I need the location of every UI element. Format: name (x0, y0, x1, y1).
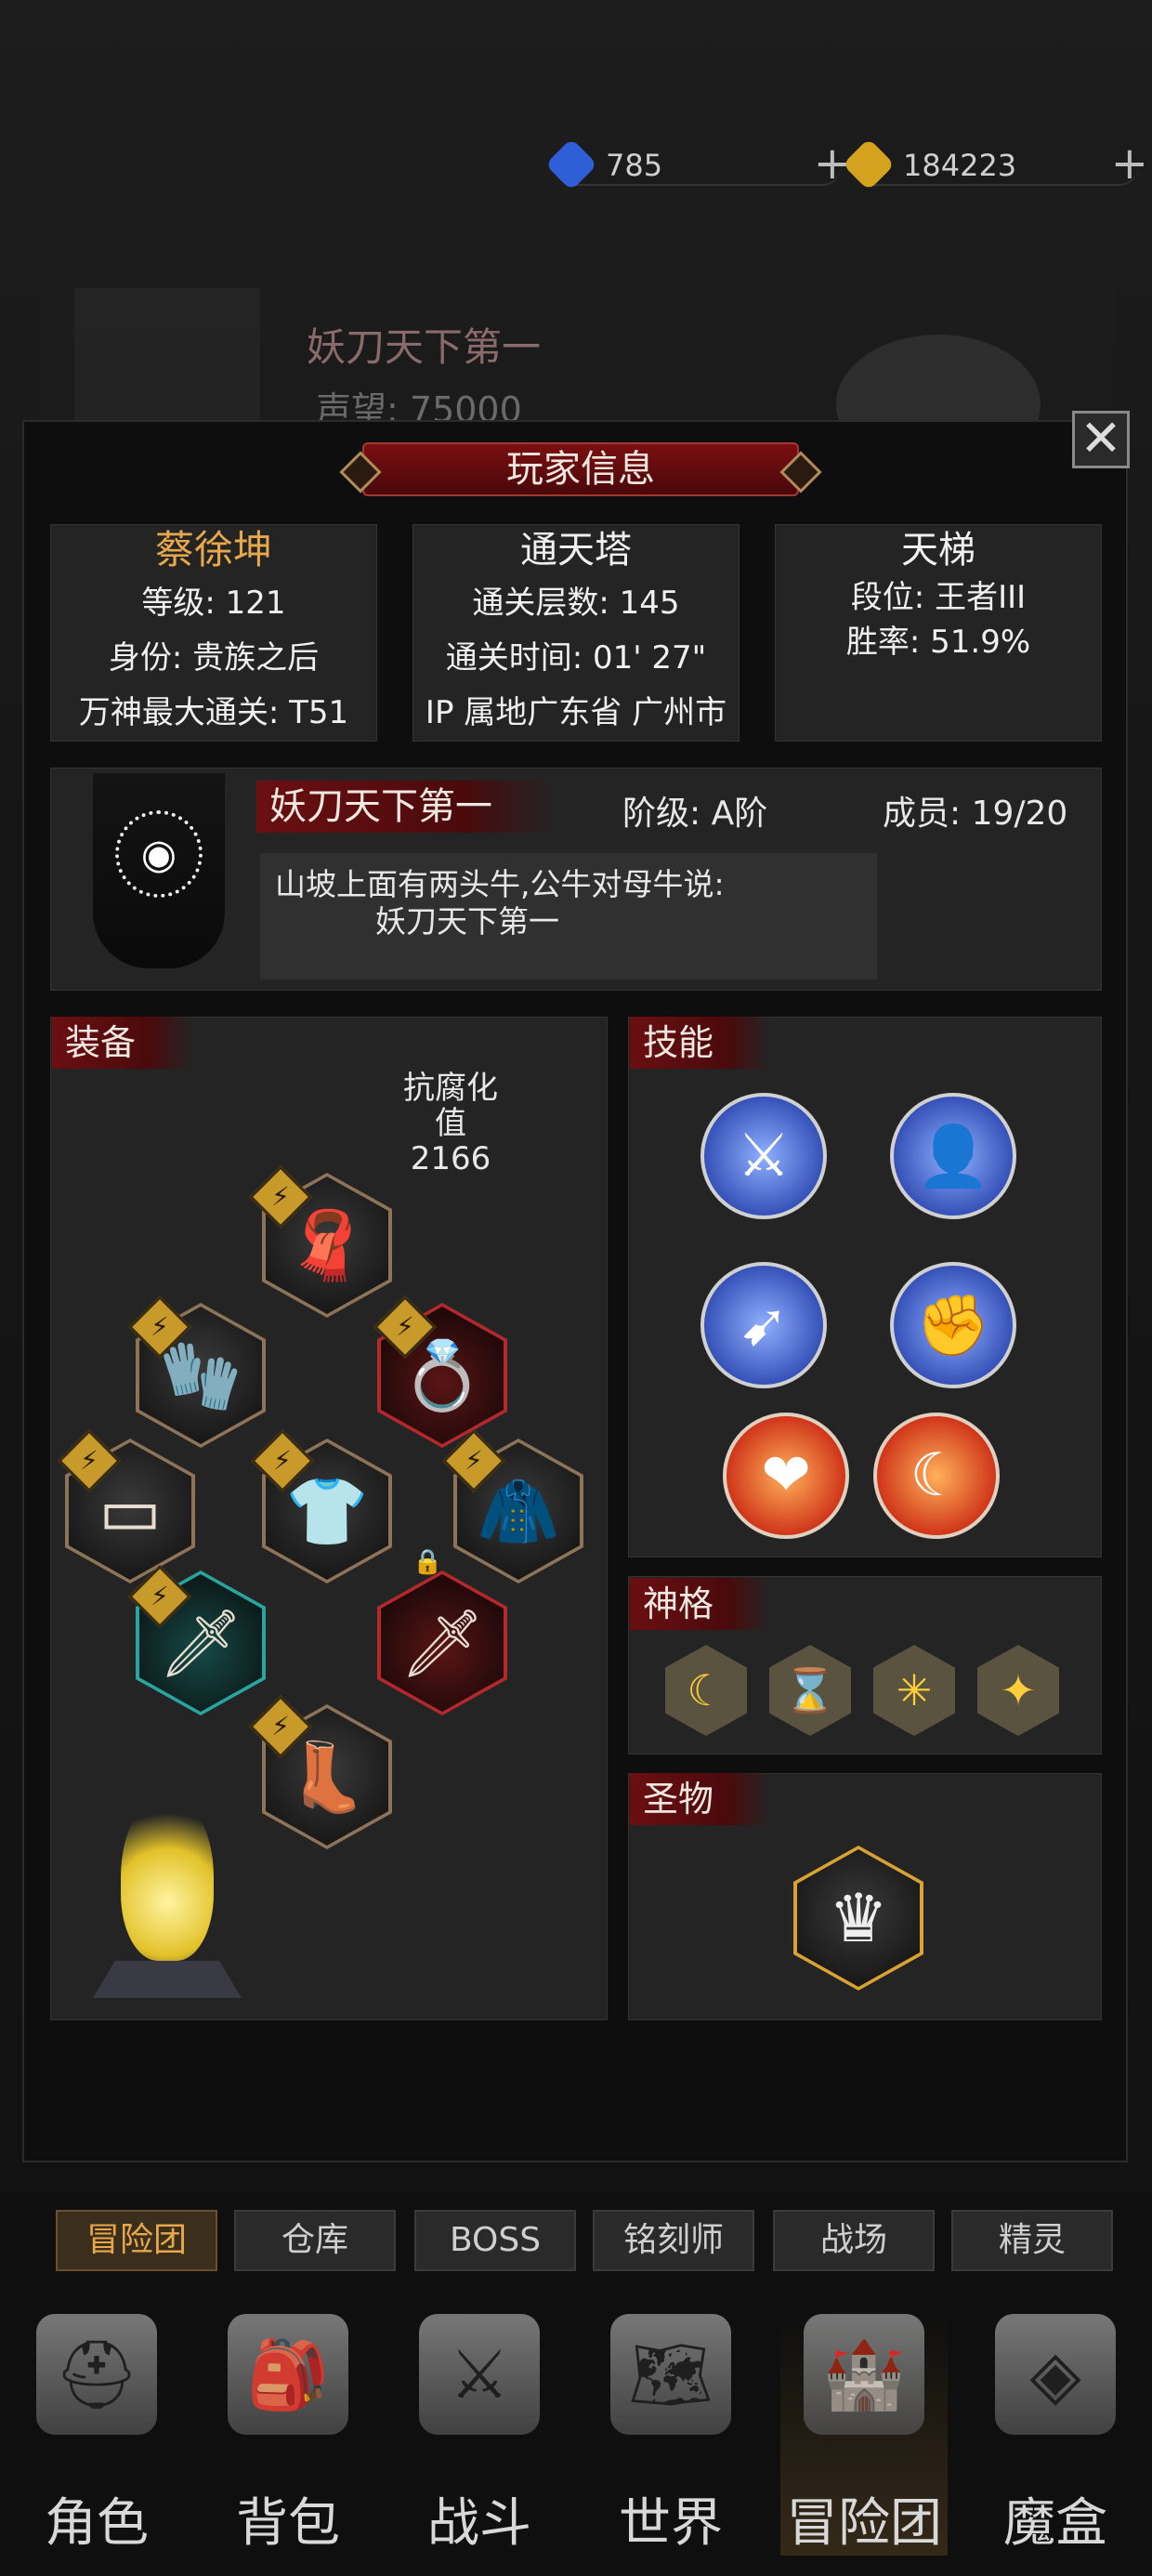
guild-tier: 阶级: A阶 (622, 795, 768, 833)
flame-pedestal-icon (93, 1784, 242, 2007)
nav-character-label: 角色 (45, 2493, 149, 2554)
ladder-winrate: 胜率: 51.9% (845, 624, 1031, 661)
game-screen: { "currency": {"gems": "785", "gold": "1… (0, 0, 1152, 2576)
tab-warehouse[interactable]: 仓库 (234, 2210, 396, 2271)
ladder-rank: 段位: 王者III (850, 579, 1027, 616)
guild-motto: 山坡上面有两头牛,公牛对母牛说: 妖刀天下第一 (260, 853, 877, 979)
tab-boss[interactable]: BOSS (414, 2210, 576, 2271)
nav-world[interactable]: 🗺 世界 (587, 2314, 754, 2556)
helmet-icon: ⛑ (36, 2314, 157, 2435)
guild-banner: ◉ (93, 773, 225, 968)
lock-icon: 🔒 (412, 1548, 443, 1576)
nav-magic-box-label: 魔盒 (1003, 2493, 1107, 2554)
player-box: 蔡徐坤 等级: 121 身份: 贵族之后 万神最大通关: T51 (50, 524, 377, 742)
gem-count: 785 (606, 148, 663, 183)
blade-icon: 🗡 (381, 1574, 504, 1712)
skills-label: 技能 (630, 1017, 769, 1069)
guild-members: 成员: 19/20 (883, 795, 1068, 833)
nav-adventure-team-label: 冒险团 (786, 2493, 942, 2554)
gold-count: 184223 (903, 148, 1017, 183)
add-gold-button[interactable]: + (1111, 141, 1148, 186)
ladder-title: 天梯 (901, 529, 975, 572)
player-level: 等级: 121 (141, 585, 286, 622)
castle-icon: 🏰 (804, 2314, 924, 2435)
nav-battle[interactable]: ⚔ 战斗 (396, 2314, 563, 2556)
gem-currency: 785 + (544, 138, 851, 191)
cube-icon: ◈ (995, 2314, 1116, 2435)
nav-backpack[interactable]: 🎒 背包 (204, 2314, 372, 2556)
nav-world-label: 世界 (619, 2493, 723, 2554)
tab-battlefield[interactable]: 战场 (773, 2210, 935, 2271)
nav-magic-box[interactable]: ◈ 魔盒 (972, 2314, 1139, 2556)
backpack-icon: 🎒 (228, 2314, 348, 2435)
tab-adventure-team[interactable]: 冒险团 (56, 2210, 217, 2271)
skill-sword-strike-icon[interactable]: ⚔ (700, 1093, 827, 1219)
eye-emblem-icon: ◉ (115, 810, 203, 898)
tower-time: 通关时间: 01' 27" (445, 639, 707, 677)
close-icon[interactable]: ✕ (1072, 411, 1130, 468)
tower-title: 通天塔 (520, 529, 632, 572)
tower-box: 通天塔 通关层数: 145 通关时间: 01' 27" IP 属地广东省 广州市 (412, 524, 740, 742)
relic-label: 圣物 (630, 1773, 769, 1825)
nav-battle-label: 战斗 (427, 2493, 531, 2554)
guild-motto-line2: 妖刀天下第一 (375, 903, 559, 940)
crown-icon: ♛ (797, 1849, 920, 1987)
corruption-resist-label: 抗腐化值 (403, 1070, 498, 1142)
skill-fist-icon[interactable]: ✊ (890, 1262, 1016, 1388)
modal-title: 玩家信息 (362, 442, 799, 496)
nav-backpack-label: 背包 (236, 2493, 340, 2554)
corruption-resist-value: 2166 (410, 1140, 491, 1177)
player-name: 蔡徐坤 (154, 527, 272, 572)
guild-motto-line1: 山坡上面有两头牛,公牛对母牛说: (275, 866, 725, 902)
background-guild-name: 妖刀天下第一 (307, 324, 542, 370)
nav-adventure-team[interactable]: 🏰 冒险团 (780, 2314, 948, 2556)
tower-floors: 通关层数: 145 (472, 585, 680, 622)
corruption-resist: 抗腐化值 2166 (390, 1071, 511, 1176)
tab-engraver[interactable]: 铭刻师 (593, 2210, 754, 2271)
skills-panel (628, 1017, 1102, 1557)
player-max-clear: 万神最大通关: T51 (78, 694, 349, 731)
nav-character[interactable]: ⛑ 角色 (13, 2314, 180, 2556)
guild-name-tag: 妖刀天下第一 (256, 781, 554, 833)
skill-triple-arrow-icon[interactable]: ➹ (700, 1262, 827, 1388)
gold-currency: 184223 + (842, 138, 1148, 191)
tower-ip: IP 属地广东省 广州市 (425, 694, 727, 731)
skill-heal-hands-icon[interactable]: ❤ (723, 1413, 849, 1539)
tab-spirit[interactable]: 精灵 (951, 2210, 1113, 2271)
divinity-label: 神格 (630, 1578, 769, 1630)
map-scroll-icon: 🗺 (610, 2314, 731, 2435)
skill-elements-icon[interactable]: ☾ (873, 1413, 1000, 1539)
equipment-label: 装备 (52, 1017, 191, 1069)
sword-shield-icon: ⚔ (419, 2314, 540, 2435)
skill-shadow-cloak-icon[interactable]: 👤 (890, 1093, 1016, 1219)
ladder-box: 天梯 段位: 王者III 胜率: 51.9% (775, 524, 1102, 742)
player-identity: 身份: 贵族之后 (108, 639, 320, 677)
